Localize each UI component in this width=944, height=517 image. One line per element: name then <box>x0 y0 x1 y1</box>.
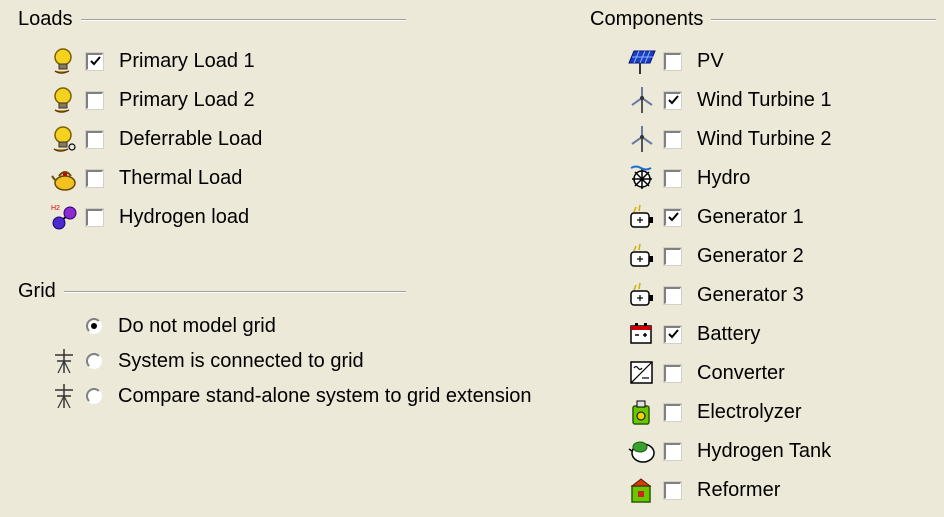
component-generator-2-row[interactable]: Generator 2 <box>628 239 804 273</box>
grid-option-label: System is connected to grid <box>118 349 364 372</box>
components-group-header: Components <box>590 8 936 31</box>
component-wind-turbine-2-row[interactable]: Wind Turbine 2 <box>628 122 832 156</box>
component-battery-row[interactable]: Battery <box>628 317 760 351</box>
component-wind-turbine-1-label: Wind Turbine 1 <box>697 88 832 111</box>
svg-text:H2: H2 <box>51 205 60 212</box>
grid-group-title: Grid <box>18 280 56 302</box>
component-battery-checkbox[interactable] <box>663 324 682 344</box>
loads-group-title: Loads <box>18 8 73 30</box>
battery-icon <box>628 319 656 349</box>
load-primary-load-1-row[interactable]: Primary Load 1 <box>50 44 255 78</box>
grid-group-header: Grid <box>18 280 406 303</box>
component-wind-turbine-2-label: Wind Turbine 2 <box>697 127 832 150</box>
load-thermal-load-row[interactable]: Thermal Load <box>50 161 242 195</box>
load-primary-load-2-row[interactable]: Primary Load 2 <box>50 83 255 117</box>
component-wind-turbine-1-checkbox[interactable] <box>663 90 682 110</box>
grid-group-rule <box>63 290 406 293</box>
load-primary-load-1-checkbox[interactable] <box>85 51 104 71</box>
solar-panel-icon <box>628 46 656 76</box>
load-primary-load-2-checkbox[interactable] <box>85 90 104 110</box>
component-hydro-checkbox[interactable] <box>663 168 682 188</box>
component-hydrogen-tank-checkbox[interactable] <box>663 441 682 461</box>
deferrable-bulb-icon <box>50 124 78 154</box>
load-thermal-load-label: Thermal Load <box>119 166 243 189</box>
grid-option-label: Do not model grid <box>118 314 276 337</box>
wind-turbine-icon <box>628 85 656 115</box>
component-converter-label: Converter <box>697 361 785 384</box>
load-deferrable-load-row[interactable]: Deferrable Load <box>50 122 262 156</box>
component-generator-1-checkbox[interactable] <box>663 207 682 227</box>
component-pv-checkbox[interactable] <box>663 51 682 71</box>
component-reformer-row[interactable]: Reformer <box>628 473 780 507</box>
component-wind-turbine-2-checkbox[interactable] <box>663 129 682 149</box>
component-reformer-checkbox[interactable] <box>663 480 682 500</box>
component-generator-1-label: Generator 1 <box>697 205 804 228</box>
wind-turbine-icon <box>628 124 656 154</box>
bulb-icon <box>50 46 78 76</box>
grid-radio[interactable] <box>86 318 102 334</box>
electrolyzer-icon <box>628 397 656 427</box>
hydrogen-molecule-icon: H2 <box>50 202 78 232</box>
load-hydrogen-load-checkbox[interactable] <box>85 207 104 227</box>
component-converter-checkbox[interactable] <box>663 363 682 383</box>
component-generator-1-row[interactable]: Generator 1 <box>628 200 804 234</box>
reformer-icon <box>628 475 656 505</box>
load-hydrogen-load-label: Hydrogen load <box>119 205 250 228</box>
component-battery-label: Battery <box>697 322 761 345</box>
component-converter-row[interactable]: Converter <box>628 356 785 390</box>
component-hydro-row[interactable]: Hydro <box>628 161 750 195</box>
power-pylon-icon <box>50 381 78 411</box>
bulb-icon <box>50 85 78 115</box>
component-electrolyzer-checkbox[interactable] <box>663 402 682 422</box>
component-hydrogen-tank-label: Hydrogen Tank <box>697 439 832 462</box>
load-hydrogen-load-row[interactable]: H2 Hydrogen load <box>50 200 249 234</box>
load-primary-load-1-label: Primary Load 1 <box>119 49 255 72</box>
component-electrolyzer-row[interactable]: Electrolyzer <box>628 395 801 429</box>
grid-radio[interactable] <box>86 388 102 404</box>
loads-group-rule <box>80 18 406 21</box>
grid-option-system-is-connected-to-grid[interactable]: System is connected to grid <box>50 344 364 378</box>
generator-icon <box>628 241 656 271</box>
component-pv-row[interactable]: PV <box>628 44 724 78</box>
component-generator-2-checkbox[interactable] <box>663 246 682 266</box>
component-generator-3-row[interactable]: Generator 3 <box>628 278 804 312</box>
component-generator-3-checkbox[interactable] <box>663 285 682 305</box>
grid-option-do-not-model-grid[interactable]: Do not model grid <box>50 309 276 343</box>
grid-option-label: Compare stand-alone system to grid exten… <box>118 384 532 407</box>
load-deferrable-load-checkbox[interactable] <box>85 129 104 149</box>
generator-icon <box>628 280 656 310</box>
hydrogen-tank-icon <box>628 436 656 466</box>
component-hydrogen-tank-row[interactable]: Hydrogen Tank <box>628 434 831 468</box>
grid-option-icon-placeholder <box>50 311 78 341</box>
converter-icon <box>628 358 656 388</box>
load-thermal-load-checkbox[interactable] <box>85 168 104 188</box>
component-hydro-label: Hydro <box>697 166 751 189</box>
load-deferrable-load-label: Deferrable Load <box>119 127 263 150</box>
kettle-icon <box>50 163 78 193</box>
component-pv-label: PV <box>697 49 724 72</box>
component-reformer-label: Reformer <box>697 478 781 501</box>
component-generator-3-label: Generator 3 <box>697 283 804 306</box>
component-electrolyzer-label: Electrolyzer <box>697 400 802 423</box>
hydro-wheel-icon <box>628 163 656 193</box>
load-primary-load-2-label: Primary Load 2 <box>119 88 255 111</box>
loads-group-header: Loads <box>18 8 406 31</box>
grid-radio[interactable] <box>86 353 102 369</box>
power-pylon-icon <box>50 346 78 376</box>
grid-option-compare-stand-alone-system-to-grid-extension[interactable]: Compare stand-alone system to grid exten… <box>50 379 532 413</box>
components-group-rule <box>711 18 936 21</box>
component-generator-2-label: Generator 2 <box>697 244 804 267</box>
component-wind-turbine-1-row[interactable]: Wind Turbine 1 <box>628 83 832 117</box>
generator-icon <box>628 202 656 232</box>
components-group-title: Components <box>590 8 704 30</box>
